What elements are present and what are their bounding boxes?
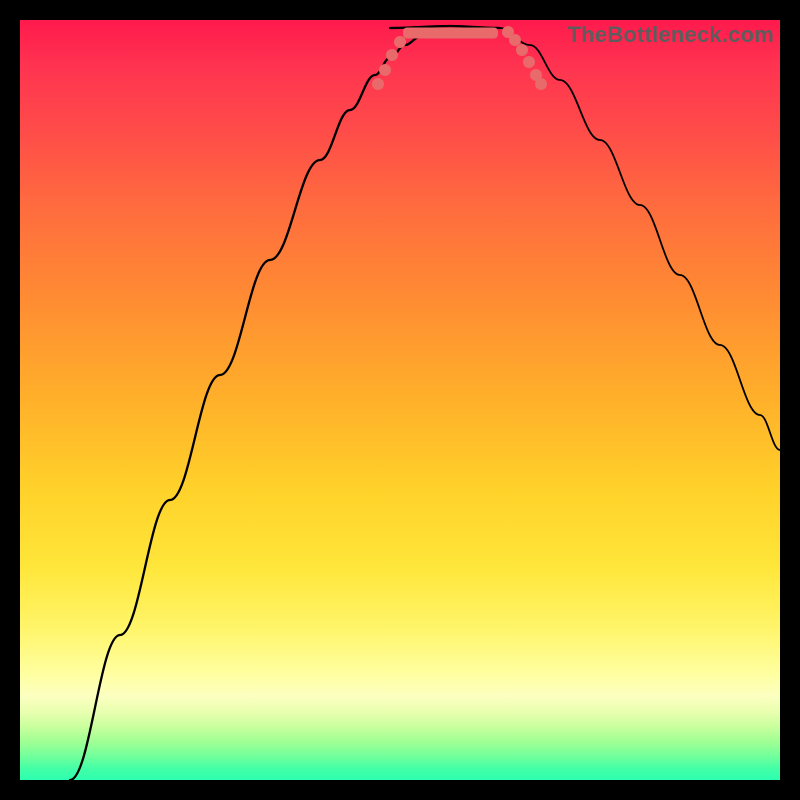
data-marker-dot: [372, 78, 384, 90]
data-marker-dot: [509, 34, 521, 46]
left-curve: [70, 28, 470, 780]
data-marker-dot: [523, 56, 535, 68]
data-marker-dot: [535, 78, 547, 90]
data-marker-dot: [386, 49, 398, 61]
chart-frame: TheBottleneck.com: [20, 20, 780, 780]
marker-layer: [372, 26, 547, 90]
right-curve: [500, 28, 780, 450]
data-marker-dot: [394, 36, 406, 48]
data-marker-bar: [403, 28, 498, 39]
data-marker-dot: [379, 64, 391, 76]
curve-layer: [70, 26, 780, 780]
data-marker-dot: [516, 44, 528, 56]
chart-svg: [20, 20, 780, 780]
